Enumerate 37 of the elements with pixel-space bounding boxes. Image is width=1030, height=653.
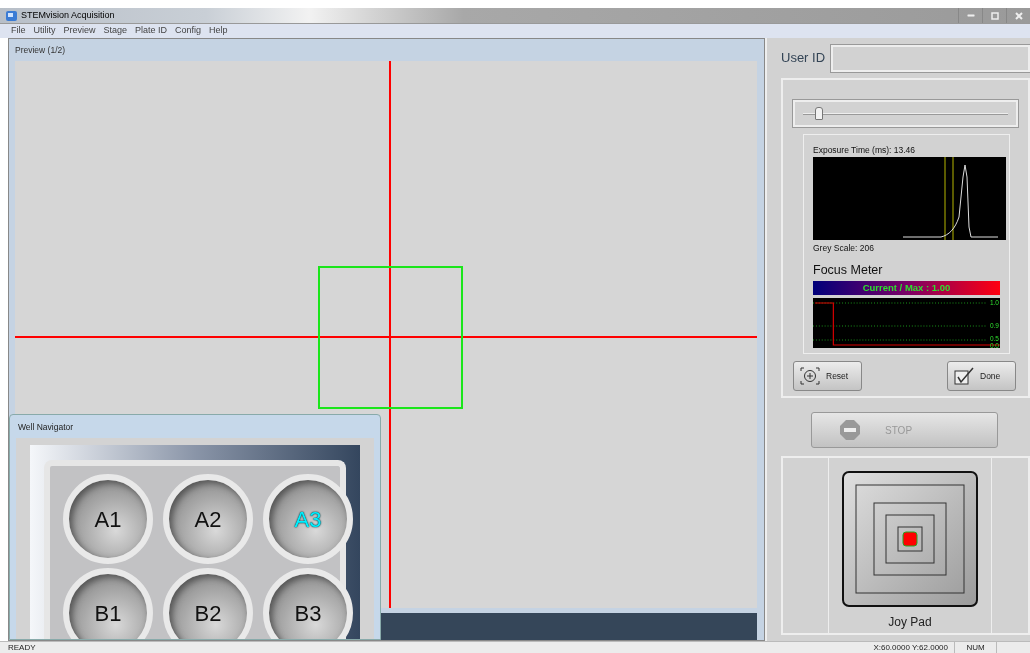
exposure-slider[interactable]: [793, 100, 1018, 127]
num-lock-indicator: NUM: [954, 641, 996, 653]
focus-reading-bar: Current / Max : 1.00: [813, 280, 1000, 295]
well-button[interactable]: B2: [163, 568, 253, 639]
joy-pad[interactable]: [842, 471, 978, 607]
menu-item[interactable]: File: [11, 24, 26, 38]
well-button[interactable]: B1: [63, 568, 153, 639]
well-button[interactable]: A2: [163, 474, 253, 564]
maximize-icon: [990, 11, 999, 20]
done-button[interactable]: Done: [947, 361, 1016, 391]
panel-title: Preview (1/2): [15, 44, 67, 56]
menu-item[interactable]: Preview: [63, 24, 96, 38]
window-title: STEMvision Acquisition: [21, 8, 115, 22]
menu-item[interactable]: Plate ID: [135, 24, 168, 38]
reset-icon: [800, 367, 820, 385]
reset-button[interactable]: Reset: [793, 361, 862, 391]
joy-pad-label: Joy Pad: [888, 614, 932, 631]
stop-sign-icon: [840, 420, 860, 440]
menu-item[interactable]: Config: [175, 24, 202, 38]
well-button[interactable]: A1: [63, 474, 153, 564]
checkbox-icon: [954, 367, 974, 385]
section-title: Focus Meter: [813, 261, 884, 279]
menu-item[interactable]: Utility: [33, 24, 56, 38]
menu-item[interactable]: Help: [209, 24, 228, 38]
field-label: User ID: [781, 49, 826, 68]
exposure-time-text: Exposure Time (ms): 13.46: [813, 144, 917, 154]
scale-reading-text: Grey Scale: 206: [813, 242, 875, 255]
position-readout: X:60.0000 Y:62.0000: [872, 641, 949, 653]
slider-thumb[interactable]: [815, 107, 824, 120]
minimize-icon: [966, 14, 975, 17]
well-button[interactable]: B3: [263, 568, 353, 639]
app-icon: [6, 10, 17, 21]
menu-item[interactable]: Stage: [103, 24, 128, 38]
close-icon: [1014, 11, 1023, 20]
status-text: READY: [7, 641, 37, 653]
window-title: Well Navigator: [17, 421, 75, 434]
user-id-field[interactable]: [831, 44, 1030, 72]
